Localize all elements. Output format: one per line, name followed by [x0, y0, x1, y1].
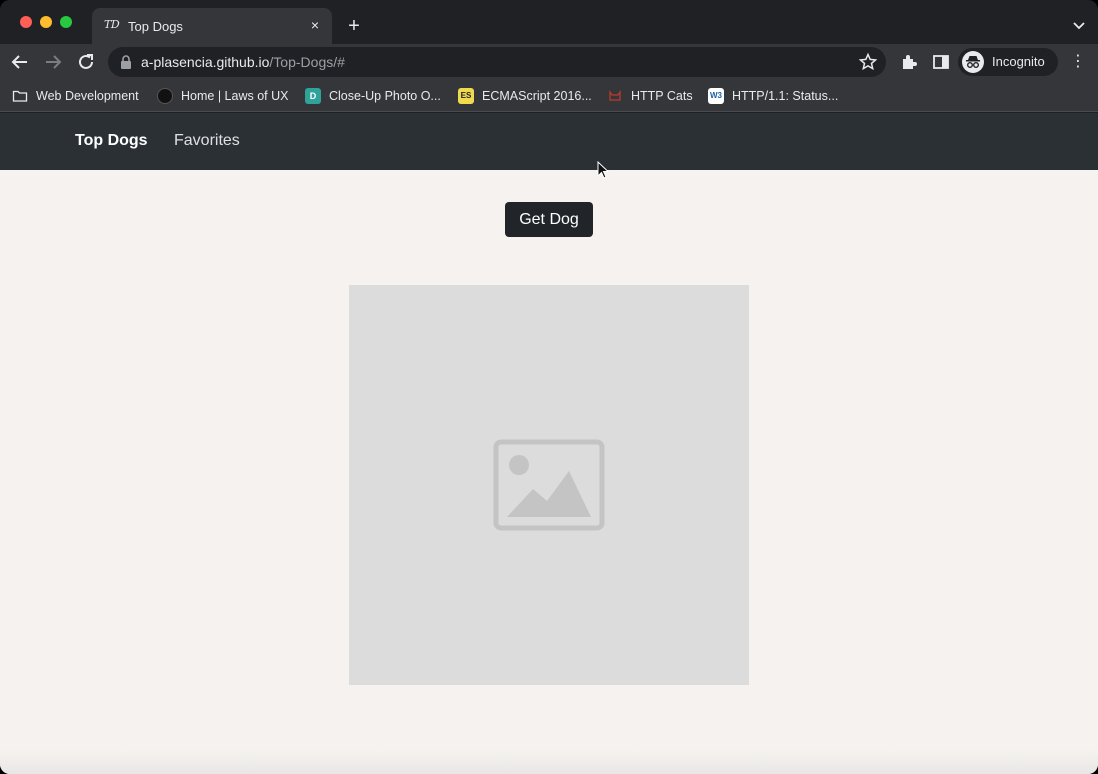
- get-dog-button[interactable]: Get Dog: [505, 202, 593, 237]
- reload-icon: [79, 54, 93, 69]
- tab-top-dogs[interactable]: TD Top Dogs ×: [92, 8, 332, 44]
- profile-label: Incognito: [992, 54, 1045, 69]
- td-favicon-icon: TD: [104, 18, 120, 31]
- url-text: a-plasencia.github.io/Top-Dogs/#: [141, 54, 345, 70]
- tab-title: Top Dogs: [128, 19, 183, 34]
- lawsofux-favicon-icon: [157, 88, 173, 104]
- es-favicon-icon: ES: [458, 88, 474, 104]
- bookmark-label: HTTP/1.1: Status...: [732, 89, 839, 103]
- bookmark-laws-of-ux[interactable]: Home | Laws of UX: [157, 86, 288, 106]
- nav-link-favorites[interactable]: Favorites: [174, 132, 240, 150]
- browser-toolbar: a-plasencia.github.io/Top-Dogs/# Incogni…: [0, 44, 1098, 80]
- bookmark-label: Close-Up Photo O...: [329, 89, 441, 103]
- w3c-favicon-icon: W3: [708, 88, 724, 104]
- forward-button[interactable]: [42, 51, 64, 73]
- minimize-window-button[interactable]: [40, 16, 52, 28]
- reload-button[interactable]: [75, 51, 97, 73]
- bookmark-http-status[interactable]: W3 HTTP/1.1: Status...: [708, 86, 838, 106]
- cat-favicon-icon: [609, 90, 621, 101]
- dog-image-placeholder: [349, 285, 749, 685]
- site-navbar: Top Dogs Favorites: [0, 113, 1098, 170]
- side-panel-icon[interactable]: [931, 52, 951, 72]
- web-page: Top Dogs Favorites Get Dog: [0, 113, 1098, 774]
- brand-link[interactable]: Top Dogs: [75, 132, 148, 150]
- arrow-right-icon: [46, 55, 62, 69]
- image-placeholder-icon: [493, 439, 605, 531]
- mouse-cursor-icon: [597, 161, 609, 179]
- incognito-icon: [962, 51, 984, 73]
- bookmark-label: Home | Laws of UX: [181, 89, 289, 103]
- chevron-down-icon[interactable]: [1072, 18, 1086, 32]
- bookmarks-bar: Web Development Home | Laws of UX D Clos…: [0, 80, 1098, 112]
- maximize-window-button[interactable]: [60, 16, 72, 28]
- photo-favicon-icon: D: [305, 88, 321, 104]
- bookmark-close-up-photo[interactable]: D Close-Up Photo O...: [305, 86, 441, 106]
- new-tab-button[interactable]: +: [344, 16, 364, 36]
- folder-icon: [12, 90, 28, 102]
- bookmark-star-icon[interactable]: [858, 52, 878, 72]
- back-button[interactable]: [9, 51, 31, 73]
- bookmark-web-development[interactable]: Web Development: [12, 86, 139, 106]
- browser-menu-button[interactable]: ⋮: [1070, 53, 1086, 71]
- bookmark-label: ECMAScript 2016...: [482, 89, 592, 103]
- bookmark-label: Web Development: [36, 89, 139, 103]
- tab-strip: TD Top Dogs × +: [0, 0, 1098, 44]
- bookmark-ecmascript[interactable]: ES ECMAScript 2016...: [458, 86, 592, 106]
- lock-icon: [121, 55, 131, 69]
- address-bar[interactable]: a-plasencia.github.io/Top-Dogs/#: [108, 47, 886, 77]
- bookmark-http-cats[interactable]: HTTP Cats: [607, 86, 693, 106]
- browser-window: TD Top Dogs × + a-plasencia.github.io/To…: [0, 0, 1098, 774]
- extensions-puzzle-icon[interactable]: [899, 52, 919, 72]
- close-window-button[interactable]: [20, 16, 32, 28]
- arrow-left-icon: [11, 55, 27, 69]
- tab-close-button[interactable]: ×: [306, 16, 324, 34]
- page-bottom: [0, 750, 1098, 774]
- bookmark-label: HTTP Cats: [631, 89, 693, 103]
- incognito-profile-button[interactable]: Incognito: [958, 48, 1058, 76]
